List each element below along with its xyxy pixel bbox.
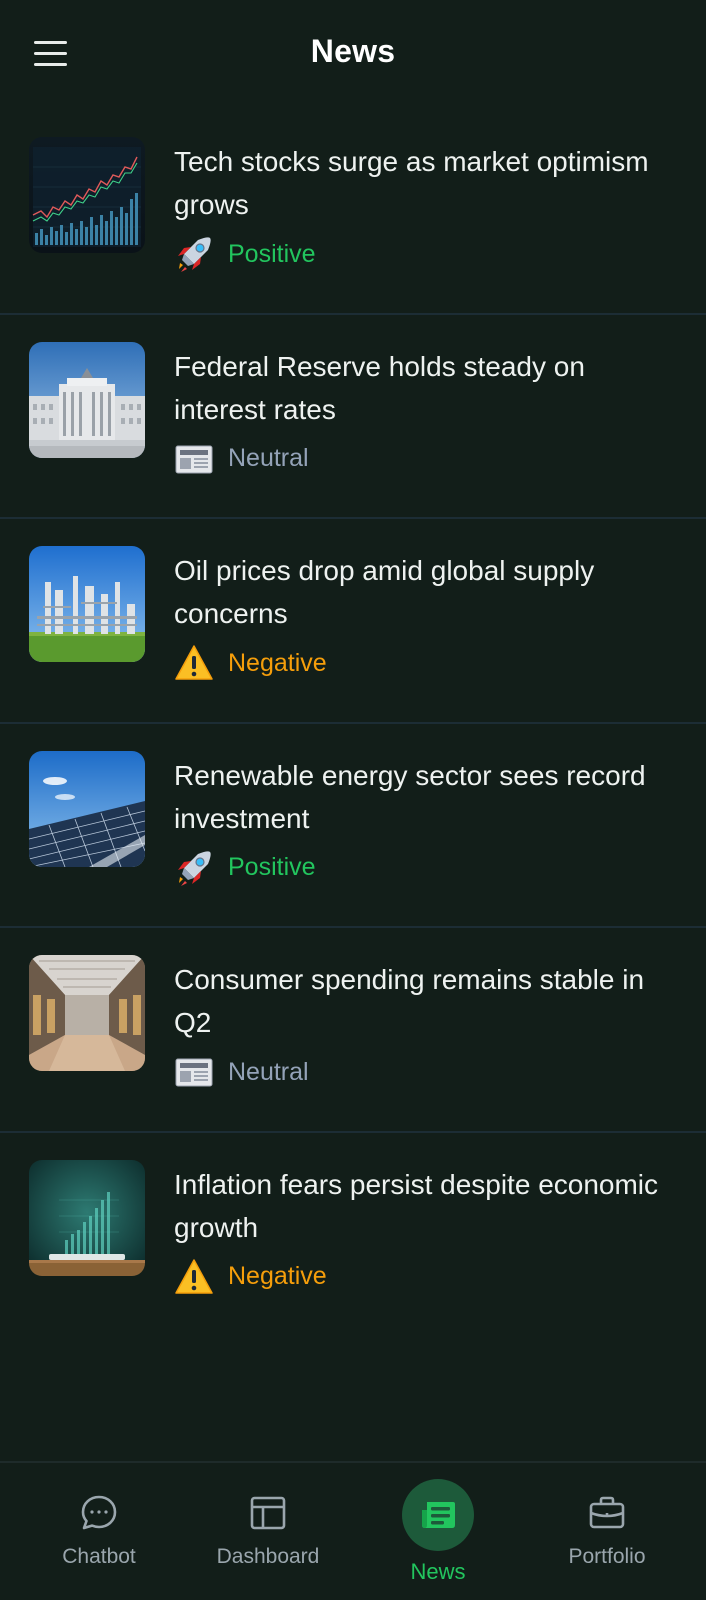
news-headline: Renewable energy sector sees record inve… [174,759,646,834]
sentiment-badge: Positive [174,234,316,274]
news-headline: Oil prices drop amid global supply conce… [174,555,595,629]
news-headline: Tech stocks surge as market optimism gro… [174,146,649,220]
news-headline: Inflation fears persist despite economic… [174,1168,659,1243]
nav-label: Portfolio [568,1545,646,1568]
nav-label: Dashboard [216,1545,320,1568]
sentiment-label: Positive [228,853,316,881]
news-headline: Consumer spending remains stable in Q2 [174,964,645,1038]
rocket-icon [174,234,214,274]
newspaper-icon [174,1052,214,1092]
stock-chart-image [29,137,145,253]
nav-label: News [410,1559,466,1584]
sentiment-badge: Positive [174,848,316,888]
nav-label: Chatbot [62,1545,136,1568]
nav-item-news[interactable]: News [363,1463,513,1600]
dashboard-layout-icon [248,1493,288,1533]
nav-item-portfolio[interactable]: Portfolio [532,1463,682,1600]
nav-item-dashboard[interactable]: Dashboard [193,1463,343,1600]
page-title: News [310,33,396,69]
bottom-navigation: Chatbot Dashboard News Portfolio [0,1461,706,1600]
chat-bubble-icon [79,1493,119,1533]
sentiment-label: Negative [228,1262,327,1290]
app-header: News [0,0,706,108]
news-headline: Federal Reserve holds steady on interest… [174,350,585,425]
oil-refinery-image [29,546,145,662]
tablet-chart-image [29,1159,145,1276]
newspaper-icon [418,1495,458,1535]
briefcase-icon [587,1493,627,1533]
news-item[interactable]: Inflation fears persist despite economic… [0,1133,706,1338]
warning-icon [174,1257,214,1297]
sentiment-badge: Negative [174,643,327,683]
rocket-icon [174,848,214,888]
news-item[interactable]: Federal Reserve holds steady on interest… [0,315,706,519]
shopping-mall-image [29,955,145,1071]
sentiment-label: Negative [228,648,327,677]
federal-reserve-building-image [29,341,145,458]
sentiment-badge: Neutral [174,439,309,479]
warning-icon [174,643,214,683]
news-item[interactable]: Renewable energy sector sees record inve… [0,724,706,928]
news-item[interactable]: Consumer spending remains stable in Q2 N… [0,928,706,1133]
newspaper-icon [174,439,214,479]
sentiment-label: Positive [228,239,316,268]
sentiment-badge: Neutral [174,1052,309,1092]
nav-item-chatbot[interactable]: Chatbot [24,1463,174,1600]
news-item[interactable]: Tech stocks surge as market optimism gro… [0,110,706,315]
sentiment-label: Neutral [228,1057,309,1086]
news-list: Tech stocks surge as market optimism gro… [0,110,706,1337]
solar-panels-image [29,750,145,867]
sentiment-label: Neutral [228,444,309,472]
sentiment-badge: Negative [174,1257,327,1297]
news-item[interactable]: Oil prices drop amid global supply conce… [0,519,706,724]
